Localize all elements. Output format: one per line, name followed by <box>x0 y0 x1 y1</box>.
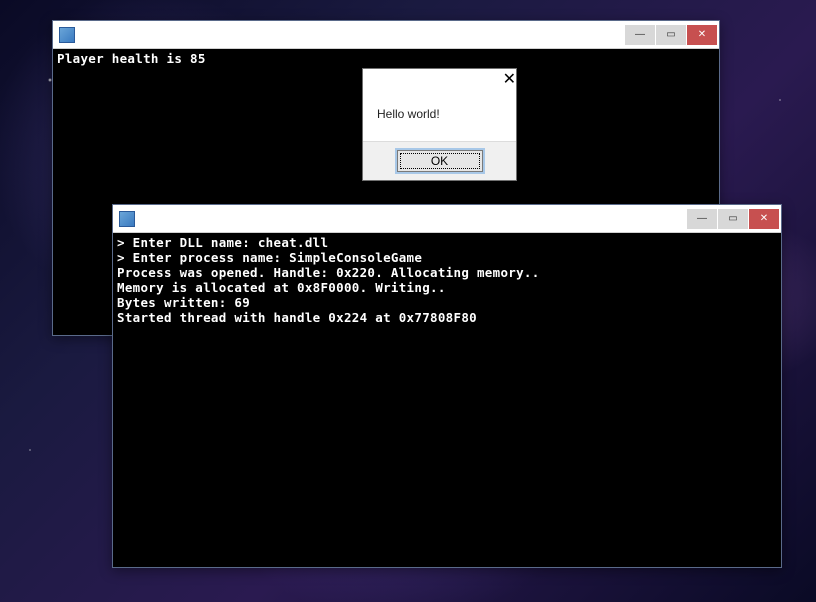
close-button[interactable]: ✕ <box>503 69 516 89</box>
window-controls: — ▭ ✕ <box>624 25 717 45</box>
console-output: > Enter DLL name: cheat.dll > Enter proc… <box>113 233 781 567</box>
dialog-body: Hello world! <box>363 93 516 141</box>
maximize-button[interactable]: ▭ <box>718 209 748 229</box>
dialog-message: Hello world! <box>377 107 440 121</box>
titlebar[interactable]: — ▭ ✕ <box>53 21 719 49</box>
close-button[interactable]: ✕ <box>749 209 779 229</box>
app-icon <box>59 27 75 43</box>
ok-button[interactable]: OK <box>397 150 483 172</box>
dialog-titlebar[interactable]: ✕ <box>363 69 516 93</box>
titlebar[interactable]: — ▭ ✕ <box>113 205 781 233</box>
window-controls: — ▭ ✕ <box>686 209 779 229</box>
minimize-button[interactable]: — <box>687 209 717 229</box>
message-dialog: ✕ Hello world! OK <box>362 68 517 181</box>
console-window-2: — ▭ ✕ > Enter DLL name: cheat.dll > Ente… <box>112 204 782 568</box>
app-icon <box>119 211 135 227</box>
maximize-button[interactable]: ▭ <box>656 25 686 45</box>
close-button[interactable]: ✕ <box>687 25 717 45</box>
close-icon: ✕ <box>503 71 516 88</box>
minimize-button[interactable]: — <box>625 25 655 45</box>
dialog-footer: OK <box>363 141 516 180</box>
